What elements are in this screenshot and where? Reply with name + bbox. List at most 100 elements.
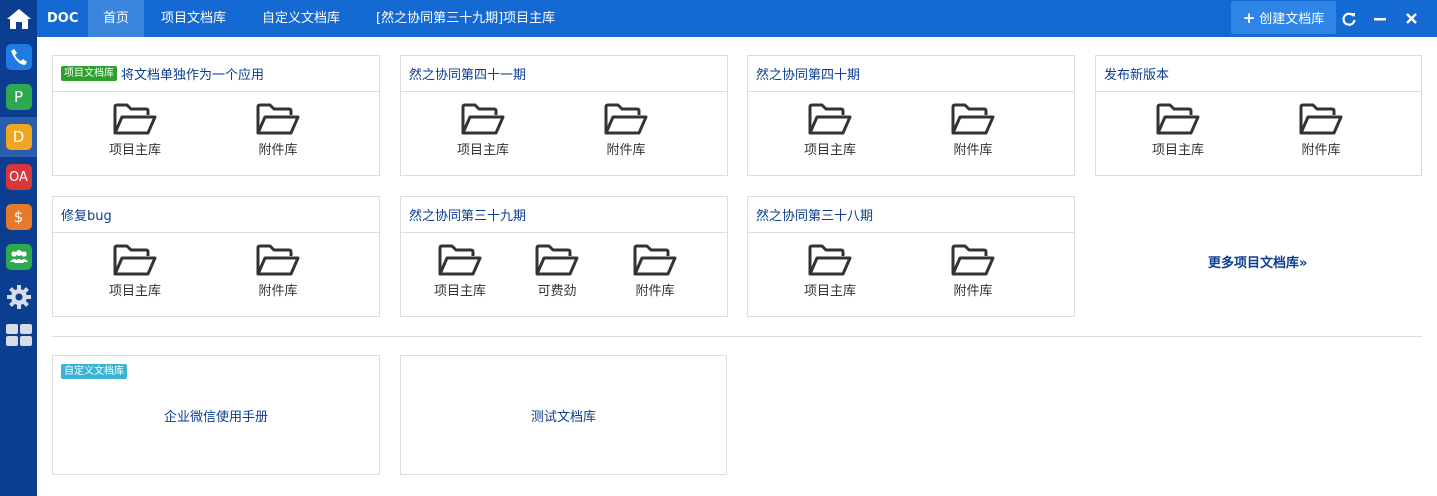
card-header: 项目文档库 将文档单独作为一个应用 (53, 56, 379, 92)
more-project-libs-link[interactable]: 更多项目文档库» (1208, 252, 1307, 271)
card-title[interactable]: 修复bug (61, 205, 112, 224)
plus-icon: + (1242, 8, 1256, 27)
folder-open-icon (951, 103, 995, 135)
sidebar-item-dollar[interactable]: $ (0, 197, 37, 237)
tab-current-lib[interactable]: [然之协同第三十九期]项目主库 (361, 0, 570, 37)
tab-project-libs[interactable]: 项目文档库 (146, 0, 241, 37)
folder-open-icon (438, 244, 482, 276)
create-library-label: 创建文档库 (1259, 12, 1325, 27)
custom-lib-card[interactable]: 自定义文档库 企业微信使用手册 (52, 355, 380, 475)
app-brand: DOC (47, 11, 79, 26)
card-title[interactable]: 然之协同第三十八期 (756, 205, 873, 224)
project-card[interactable]: 然之协同第四十一期 项目主库 附件库 (400, 55, 728, 176)
project-card[interactable]: 修复bug 项目主库 附件库 (52, 196, 380, 317)
library-label: 项目主库 (108, 143, 161, 158)
folder-open-icon (1156, 103, 1200, 135)
p-app-icon: P (5, 84, 32, 110)
card-header: 然之协同第四十一期 (401, 56, 727, 92)
library-link[interactable]: 附件库 (238, 102, 318, 158)
library-label: 项目主库 (803, 284, 856, 299)
library-label: 附件库 (606, 143, 646, 158)
folder-open-icon (604, 103, 648, 135)
library-link[interactable]: 可费劲 (517, 243, 597, 299)
library-label: 项目主库 (456, 143, 509, 158)
dollar-app-icon: $ (5, 204, 32, 230)
folder-open-icon (113, 244, 157, 276)
card-header: 修复bug (53, 197, 379, 233)
sidebar-item-settings[interactable] (0, 277, 37, 317)
folder-open-icon (1299, 103, 1343, 135)
sidebar-item-phone[interactable] (0, 37, 37, 77)
refresh-icon[interactable] (1337, 0, 1361, 37)
custom-lib-title[interactable]: 企业微信使用手册 (53, 356, 379, 474)
sidebar: P D OA $ (0, 0, 37, 496)
library-link[interactable]: 项目主库 (790, 102, 870, 158)
library-link[interactable]: 项目主库 (95, 102, 175, 158)
library-link[interactable]: 附件库 (933, 102, 1013, 158)
oa-app-icon: OA (5, 164, 32, 190)
library-label: 附件库 (1301, 143, 1341, 158)
library-label: 附件库 (953, 284, 993, 299)
folder-open-icon (256, 103, 300, 135)
folder-open-icon (113, 103, 157, 135)
card-header: 然之协同第三十八期 (748, 197, 1074, 233)
tab-home[interactable]: 首页 (88, 0, 145, 37)
grid-icon (5, 324, 32, 346)
card-title[interactable]: 然之协同第四十期 (756, 64, 860, 83)
library-label: 附件库 (258, 143, 298, 158)
library-link[interactable]: 项目主库 (790, 243, 870, 299)
project-card[interactable]: 然之协同第四十期 项目主库 附件库 (747, 55, 1075, 176)
folder-open-icon (461, 103, 505, 135)
folder-open-icon (808, 244, 852, 276)
library-link[interactable]: 附件库 (933, 243, 1013, 299)
folder-open-icon (535, 244, 579, 276)
library-link[interactable]: 项目主库 (443, 102, 523, 158)
library-label: 可费劲 (537, 284, 577, 299)
card-header: 发布新版本 (1096, 56, 1421, 92)
card-title[interactable]: 发布新版本 (1104, 64, 1169, 83)
sidebar-item-home[interactable] (0, 0, 37, 37)
folder-open-icon (256, 244, 300, 276)
sidebar-item-team[interactable] (0, 237, 37, 277)
card-header: 然之协同第四十期 (748, 56, 1074, 92)
project-card[interactable]: 然之协同第三十八期 项目主库 附件库 (747, 196, 1075, 317)
library-link[interactable]: 附件库 (1281, 102, 1361, 158)
library-label: 项目主库 (108, 284, 161, 299)
folder-open-icon (951, 244, 995, 276)
project-card[interactable]: 然之协同第三十九期 项目主库 可费劲 附件库 (400, 196, 728, 317)
library-link[interactable]: 项目主库 (420, 243, 500, 299)
library-label: 附件库 (258, 284, 298, 299)
card-header: 然之协同第三十九期 (401, 197, 727, 233)
create-library-button[interactable]: + 创建文档库 (1231, 1, 1336, 34)
library-link[interactable]: 附件库 (586, 102, 666, 158)
top-navbar: DOC 首页 项目文档库 自定义文档库 [然之协同第三十九期]项目主库 + 创建… (37, 0, 1437, 37)
sidebar-item-p[interactable]: P (0, 77, 37, 117)
card-title[interactable]: 然之协同第三十九期 (409, 205, 526, 224)
library-link[interactable]: 项目主库 (95, 243, 175, 299)
custom-lib-title[interactable]: 测试文档库 (401, 356, 726, 474)
card-title[interactable]: 将文档单独作为一个应用 (121, 64, 264, 83)
sidebar-item-apps[interactable] (0, 315, 37, 355)
tab-custom-libs[interactable]: 自定义文档库 (247, 0, 355, 37)
folder-open-icon (808, 103, 852, 135)
library-link[interactable]: 项目主库 (1138, 102, 1218, 158)
card-title[interactable]: 然之协同第四十一期 (409, 64, 526, 83)
library-link[interactable]: 附件库 (238, 243, 318, 299)
sidebar-item-d[interactable]: D (0, 117, 37, 157)
sidebar-item-oa[interactable]: OA (0, 157, 37, 197)
project-card[interactable]: 项目文档库 将文档单独作为一个应用 项目主库 附件库 (52, 55, 380, 176)
custom-lib-card[interactable]: 测试文档库 (400, 355, 727, 475)
folder-open-icon (633, 244, 677, 276)
library-label: 项目主库 (803, 143, 856, 158)
minimize-icon[interactable] (1368, 0, 1392, 37)
project-card[interactable]: 发布新版本 项目主库 附件库 (1095, 55, 1422, 176)
library-link[interactable]: 附件库 (615, 243, 695, 299)
home-icon (6, 8, 31, 29)
close-icon[interactable] (1399, 0, 1423, 37)
library-label: 项目主库 (1151, 143, 1204, 158)
project-libs-badge: 项目文档库 (61, 66, 117, 81)
team-app-icon (5, 244, 32, 270)
library-label: 附件库 (635, 284, 675, 299)
library-label: 项目主库 (433, 284, 486, 299)
gear-icon (6, 285, 31, 309)
